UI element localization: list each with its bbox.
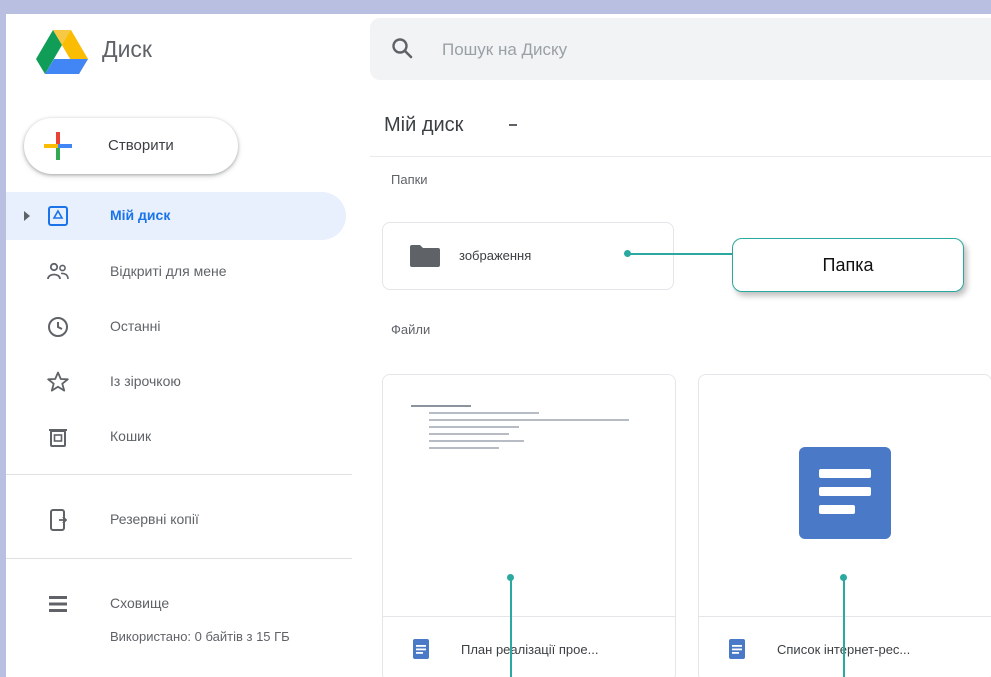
trash-icon xyxy=(49,429,67,447)
storage-usage: Використано: 0 байтів з 15 ГБ xyxy=(110,629,290,644)
sidebar-divider xyxy=(6,474,352,475)
callout-box-folder: Папка xyxy=(732,238,964,292)
create-button[interactable]: Створити xyxy=(24,118,238,174)
my-drive-icon xyxy=(48,206,68,226)
sidebar-item-label: Останні xyxy=(110,318,161,334)
sidebar-item-shared[interactable]: Відкриті для мене xyxy=(6,248,346,296)
sidebar-item-label: Відкриті для мене xyxy=(110,263,227,279)
storage-icon xyxy=(49,596,67,612)
backup-icon xyxy=(50,509,68,531)
folder-name: зображення xyxy=(459,248,532,263)
file-card[interactable]: План реалізації прое... xyxy=(382,374,676,677)
drive-window: Диск Створити Мій диск xyxy=(6,14,991,677)
sidebar-item-label: Резервні копії xyxy=(110,511,199,527)
drive-logo-icon[interactable] xyxy=(36,28,88,74)
expand-arrow-icon[interactable] xyxy=(24,211,30,221)
create-label: Створити xyxy=(108,137,174,154)
doc-icon xyxy=(729,639,745,659)
sidebar-item-backups[interactable]: Резервні копії xyxy=(6,496,346,544)
page-title[interactable]: Мій диск xyxy=(384,114,463,137)
title-dropdown-icon[interactable] xyxy=(509,124,517,126)
sidebar-item-starred[interactable]: Із зірочкою xyxy=(6,358,346,406)
file-footer[interactable]: План реалізації прое... xyxy=(383,616,675,677)
file-preview[interactable] xyxy=(383,375,675,615)
folders-section-label: Папки xyxy=(391,172,428,187)
search-input[interactable] xyxy=(440,18,924,82)
sidebar-divider xyxy=(6,558,352,559)
doc-large-icon xyxy=(799,447,891,539)
file-card[interactable]: Список інтернет-рес... xyxy=(698,374,991,677)
callout-line xyxy=(510,577,512,677)
plus-icon xyxy=(44,132,72,160)
sidebar-item-label: Мій диск xyxy=(110,207,171,223)
search-bar[interactable] xyxy=(370,18,991,82)
folder-card[interactable]: зображення xyxy=(382,222,674,290)
sidebar-item-label: Із зірочкою xyxy=(110,373,181,389)
file-footer[interactable]: Список інтернет-рес... xyxy=(699,616,991,677)
star-icon xyxy=(47,371,69,392)
callout-line xyxy=(843,577,845,677)
app-title[interactable]: Диск xyxy=(102,36,152,63)
sidebar-item-recent[interactable]: Останні xyxy=(6,303,346,351)
files-section-label: Файли xyxy=(391,322,431,337)
sidebar-item-label: Сховище xyxy=(110,595,170,611)
sidebar-item-label: Кошик xyxy=(110,428,152,444)
shared-users-icon xyxy=(47,262,69,280)
callout-line xyxy=(628,253,732,255)
file-name: План реалізації прое... xyxy=(461,642,599,657)
doc-icon xyxy=(413,639,429,659)
document-thumbnail xyxy=(411,405,641,454)
search-icon[interactable] xyxy=(390,36,414,60)
sidebar-item-trash[interactable]: Кошик xyxy=(6,413,346,461)
sidebar-item-my-drive[interactable]: Мій диск xyxy=(6,192,346,240)
sidebar-item-storage[interactable]: Сховище xyxy=(6,580,346,628)
clock-icon xyxy=(48,317,68,337)
folder-icon xyxy=(410,245,440,267)
title-divider xyxy=(370,156,991,157)
